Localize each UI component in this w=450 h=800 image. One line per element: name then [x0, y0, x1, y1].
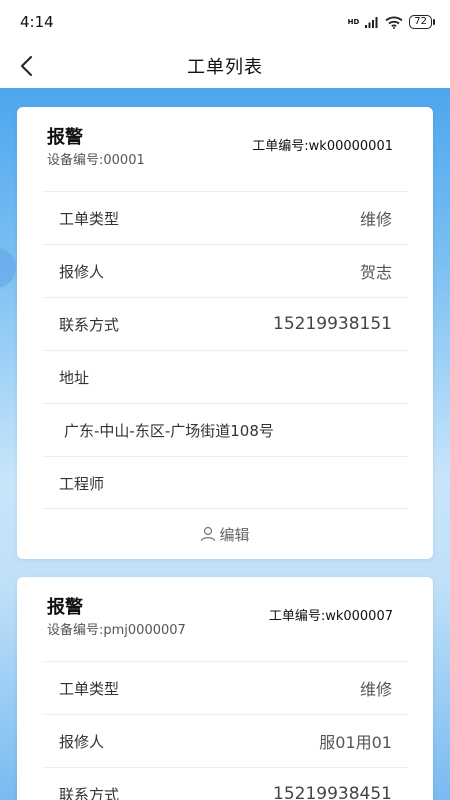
side-handle [0, 248, 16, 288]
status-icons: HD 72 [347, 15, 435, 29]
reporter-label: 报修人 [59, 262, 105, 281]
contact-label: 联系方式 [59, 315, 120, 334]
order-card-header: 报警 设备编号:00001 工单编号:wk00000001 [17, 107, 433, 191]
order-type-value: 维修 [359, 210, 392, 229]
order-type-row: 工单类型 维修 [42, 661, 408, 714]
order-type-value: 维修 [359, 680, 392, 699]
user-icon [201, 526, 216, 542]
contact-value: 15219938151 [273, 314, 392, 334]
order-card-header: 报警 设备编号:pmj0000007 工单编号:wk000007 [17, 577, 433, 661]
status-bar: 4:14 HD 72 [0, 0, 450, 44]
reporter-label: 报修人 [59, 732, 105, 751]
wifi-icon [385, 16, 403, 29]
reporter-row: 报修人 服01用01 [42, 714, 408, 767]
status-time: 4:14 [20, 13, 54, 31]
contact-row: 联系方式 15219938451 [42, 767, 408, 800]
reporter-value: 服01用01 [319, 733, 392, 752]
device-number: 设备编号:00001 [47, 153, 145, 168]
reporter-row: 报修人 贺志 [42, 244, 408, 297]
order-number: 工单编号:wk000007 [268, 609, 393, 624]
address-label: 地址 [59, 368, 90, 387]
device-number: 设备编号:pmj0000007 [47, 623, 186, 638]
order-type-row: 工单类型 维修 [42, 191, 408, 244]
order-list[interactable]: 报警 设备编号:00001 工单编号:wk00000001 工单类型 维修 报修… [0, 88, 450, 800]
order-card[interactable]: 报警 设备编号:00001 工单编号:wk00000001 工单类型 维修 报修… [17, 107, 433, 559]
contact-label: 联系方式 [59, 785, 120, 800]
order-title: 报警 [47, 597, 83, 618]
nav-bar: 工单列表 [0, 44, 450, 88]
order-title: 报警 [47, 127, 83, 148]
order-type-label: 工单类型 [59, 679, 120, 698]
edit-button[interactable]: 编辑 [42, 508, 408, 559]
reporter-value: 贺志 [359, 263, 392, 282]
signal-icon [365, 17, 378, 28]
engineer-row: 工程师 [42, 456, 408, 509]
page-title: 工单列表 [187, 57, 263, 78]
address-value: 广东-中山-东区-广场街道108号 [64, 421, 274, 440]
address-row: 地址 [42, 350, 408, 403]
address-value-row: 广东-中山-东区-广场街道108号 [42, 403, 408, 456]
engineer-label: 工程师 [59, 474, 105, 493]
edit-label: 编辑 [219, 525, 250, 544]
order-type-label: 工单类型 [59, 209, 120, 228]
contact-row: 联系方式 15219938151 [42, 297, 408, 350]
back-button[interactable] [10, 50, 42, 82]
chevron-left-icon [21, 56, 32, 76]
contact-value: 15219938451 [273, 784, 392, 800]
order-number: 工单编号:wk00000001 [252, 139, 393, 154]
network-type-label: HD [347, 17, 360, 26]
order-card[interactable]: 报警 设备编号:pmj0000007 工单编号:wk000007 工单类型 维修… [17, 577, 433, 800]
battery-icon: 72 [409, 15, 435, 29]
